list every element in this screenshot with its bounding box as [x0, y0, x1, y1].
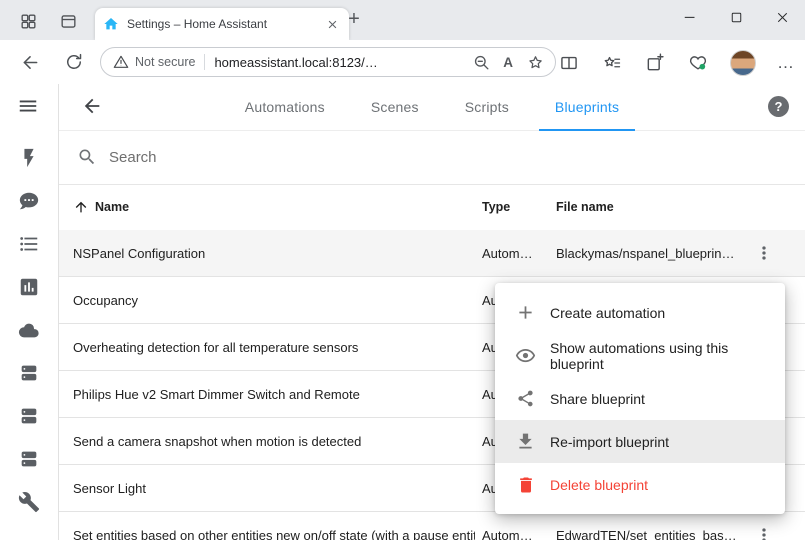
tab-actions-icon[interactable] — [16, 9, 40, 33]
blueprint-context-menu: Create automation Show automations using… — [495, 283, 785, 514]
server-icon-1[interactable] — [17, 361, 41, 385]
menu-item-create-automation[interactable]: Create automation — [495, 291, 785, 334]
row-name: NSPanel Configuration — [73, 230, 205, 276]
tab-scripts[interactable]: Scripts — [449, 84, 525, 130]
row-name: Occupancy — [73, 277, 138, 323]
read-aloud-icon[interactable]: A — [503, 55, 513, 70]
search-bar — [59, 130, 805, 185]
menu-item-share-blueprint[interactable]: Share blueprint — [495, 377, 785, 420]
column-header-file[interactable]: File name — [556, 184, 614, 230]
menu-item-show-automations[interactable]: Show automations using this blueprint — [495, 334, 785, 377]
column-file-label: File name — [556, 200, 614, 214]
table-row[interactable]: Set entities based on other entities new… — [59, 512, 805, 540]
row-file: Blackymas/nspanel_blueprin… — [556, 230, 734, 276]
row-type: Autom… — [482, 512, 533, 540]
download-icon — [515, 431, 536, 452]
new-tab-button[interactable]: + — [342, 8, 366, 32]
tab-scenes[interactable]: Scenes — [355, 84, 435, 130]
share-icon — [515, 388, 536, 409]
column-type-label: Type — [482, 200, 510, 214]
plus-icon — [515, 302, 536, 323]
maximize-button[interactable] — [713, 0, 759, 34]
address-divider — [204, 54, 205, 70]
favorites-icon[interactable] — [601, 52, 623, 74]
search-input[interactable] — [107, 148, 805, 167]
tab-title: Settings – Home Assistant — [127, 17, 323, 31]
collections-add-icon[interactable] — [644, 52, 666, 74]
search-icon — [77, 147, 97, 167]
refresh-button[interactable] — [62, 50, 86, 74]
profile-avatar[interactable] — [730, 50, 756, 76]
sort-ascending-icon — [73, 199, 89, 215]
server-icon-3[interactable] — [17, 447, 41, 471]
menu-item-label: Share blueprint — [550, 391, 645, 407]
row-menu-button[interactable] — [746, 235, 782, 271]
favorite-star-icon[interactable] — [525, 52, 545, 72]
split-screen-icon[interactable] — [558, 52, 580, 74]
row-name: Send a camera snapshot when motion is de… — [73, 418, 361, 464]
tab-blueprints[interactable]: Blueprints — [539, 84, 635, 130]
edge-browser-window: Settings – Home Assistant + Not secure h… — [0, 0, 805, 540]
column-name-label: Name — [95, 200, 129, 214]
menu-item-label: Show automations using this blueprint — [550, 340, 785, 372]
column-header-type[interactable]: Type — [482, 184, 510, 230]
vertical-tabs-icon[interactable] — [56, 9, 80, 33]
row-file: EdwardTEN/set_entities_bas… — [556, 512, 737, 540]
flash-icon[interactable] — [17, 146, 41, 170]
home-assistant-favicon — [103, 16, 119, 32]
tab-automations[interactable]: Automations — [229, 84, 341, 130]
ha-tab-bar: Automations Scenes Scripts Blueprints — [59, 84, 805, 130]
browser-toolbar: Not secure homeassistant.local:8123/… A — [0, 40, 805, 85]
menu-item-label: Delete blueprint — [550, 477, 648, 493]
table-row[interactable]: NSPanel Configuration Autom… Blackymas/n… — [59, 230, 805, 277]
browser-tab[interactable]: Settings – Home Assistant — [95, 8, 349, 40]
not-secure-warning-icon — [113, 54, 129, 70]
row-name: Set entities based on other entities new… — [73, 512, 475, 540]
list-icon[interactable] — [17, 232, 41, 256]
zoom-out-icon[interactable] — [471, 52, 491, 72]
minimize-button[interactable] — [667, 0, 713, 34]
browser-essentials-icon[interactable] — [687, 52, 709, 74]
browser-titlebar: Settings – Home Assistant + — [0, 0, 805, 40]
menu-item-label: Create automation — [550, 305, 665, 321]
toolbar-right-icons: … — [558, 50, 795, 76]
chart-icon[interactable] — [17, 275, 41, 299]
server-icon-2[interactable] — [17, 404, 41, 428]
security-label: Not secure — [135, 55, 195, 69]
help-icon[interactable]: ? — [768, 96, 789, 117]
table-header: Name Type File name — [59, 184, 805, 231]
row-menu-button[interactable] — [746, 517, 782, 540]
eye-icon — [515, 345, 536, 366]
back-button[interactable] — [18, 50, 42, 74]
row-name: Philips Hue v2 Smart Dimmer Switch and R… — [73, 371, 360, 417]
tab-close-icon[interactable] — [323, 15, 341, 33]
row-name: Sensor Light — [73, 465, 146, 511]
ha-sidebar — [0, 84, 59, 540]
sidebar-menu-button[interactable] — [17, 95, 41, 119]
trash-icon — [515, 474, 536, 495]
menu-item-reimport-blueprint[interactable]: Re-import blueprint — [495, 420, 785, 463]
url-text: homeassistant.local:8123/… — [214, 55, 459, 70]
close-window-button[interactable] — [759, 0, 805, 34]
settings-more-icon[interactable]: … — [777, 58, 795, 68]
ha-header: Automations Scenes Scripts Blueprints ? — [59, 84, 805, 131]
row-name: Overheating detection for all temperatur… — [73, 324, 358, 370]
menu-item-delete-blueprint[interactable]: Delete blueprint — [495, 463, 785, 506]
address-bar[interactable]: Not secure homeassistant.local:8123/… A — [100, 47, 556, 77]
menu-item-label: Re-import blueprint — [550, 434, 669, 450]
column-header-name[interactable]: Name — [73, 184, 129, 230]
chat-icon[interactable] — [17, 189, 41, 213]
window-controls — [667, 0, 805, 34]
cloud-icon[interactable] — [17, 318, 41, 342]
row-type: Autom… — [482, 230, 533, 276]
wrench-icon[interactable] — [17, 490, 41, 514]
